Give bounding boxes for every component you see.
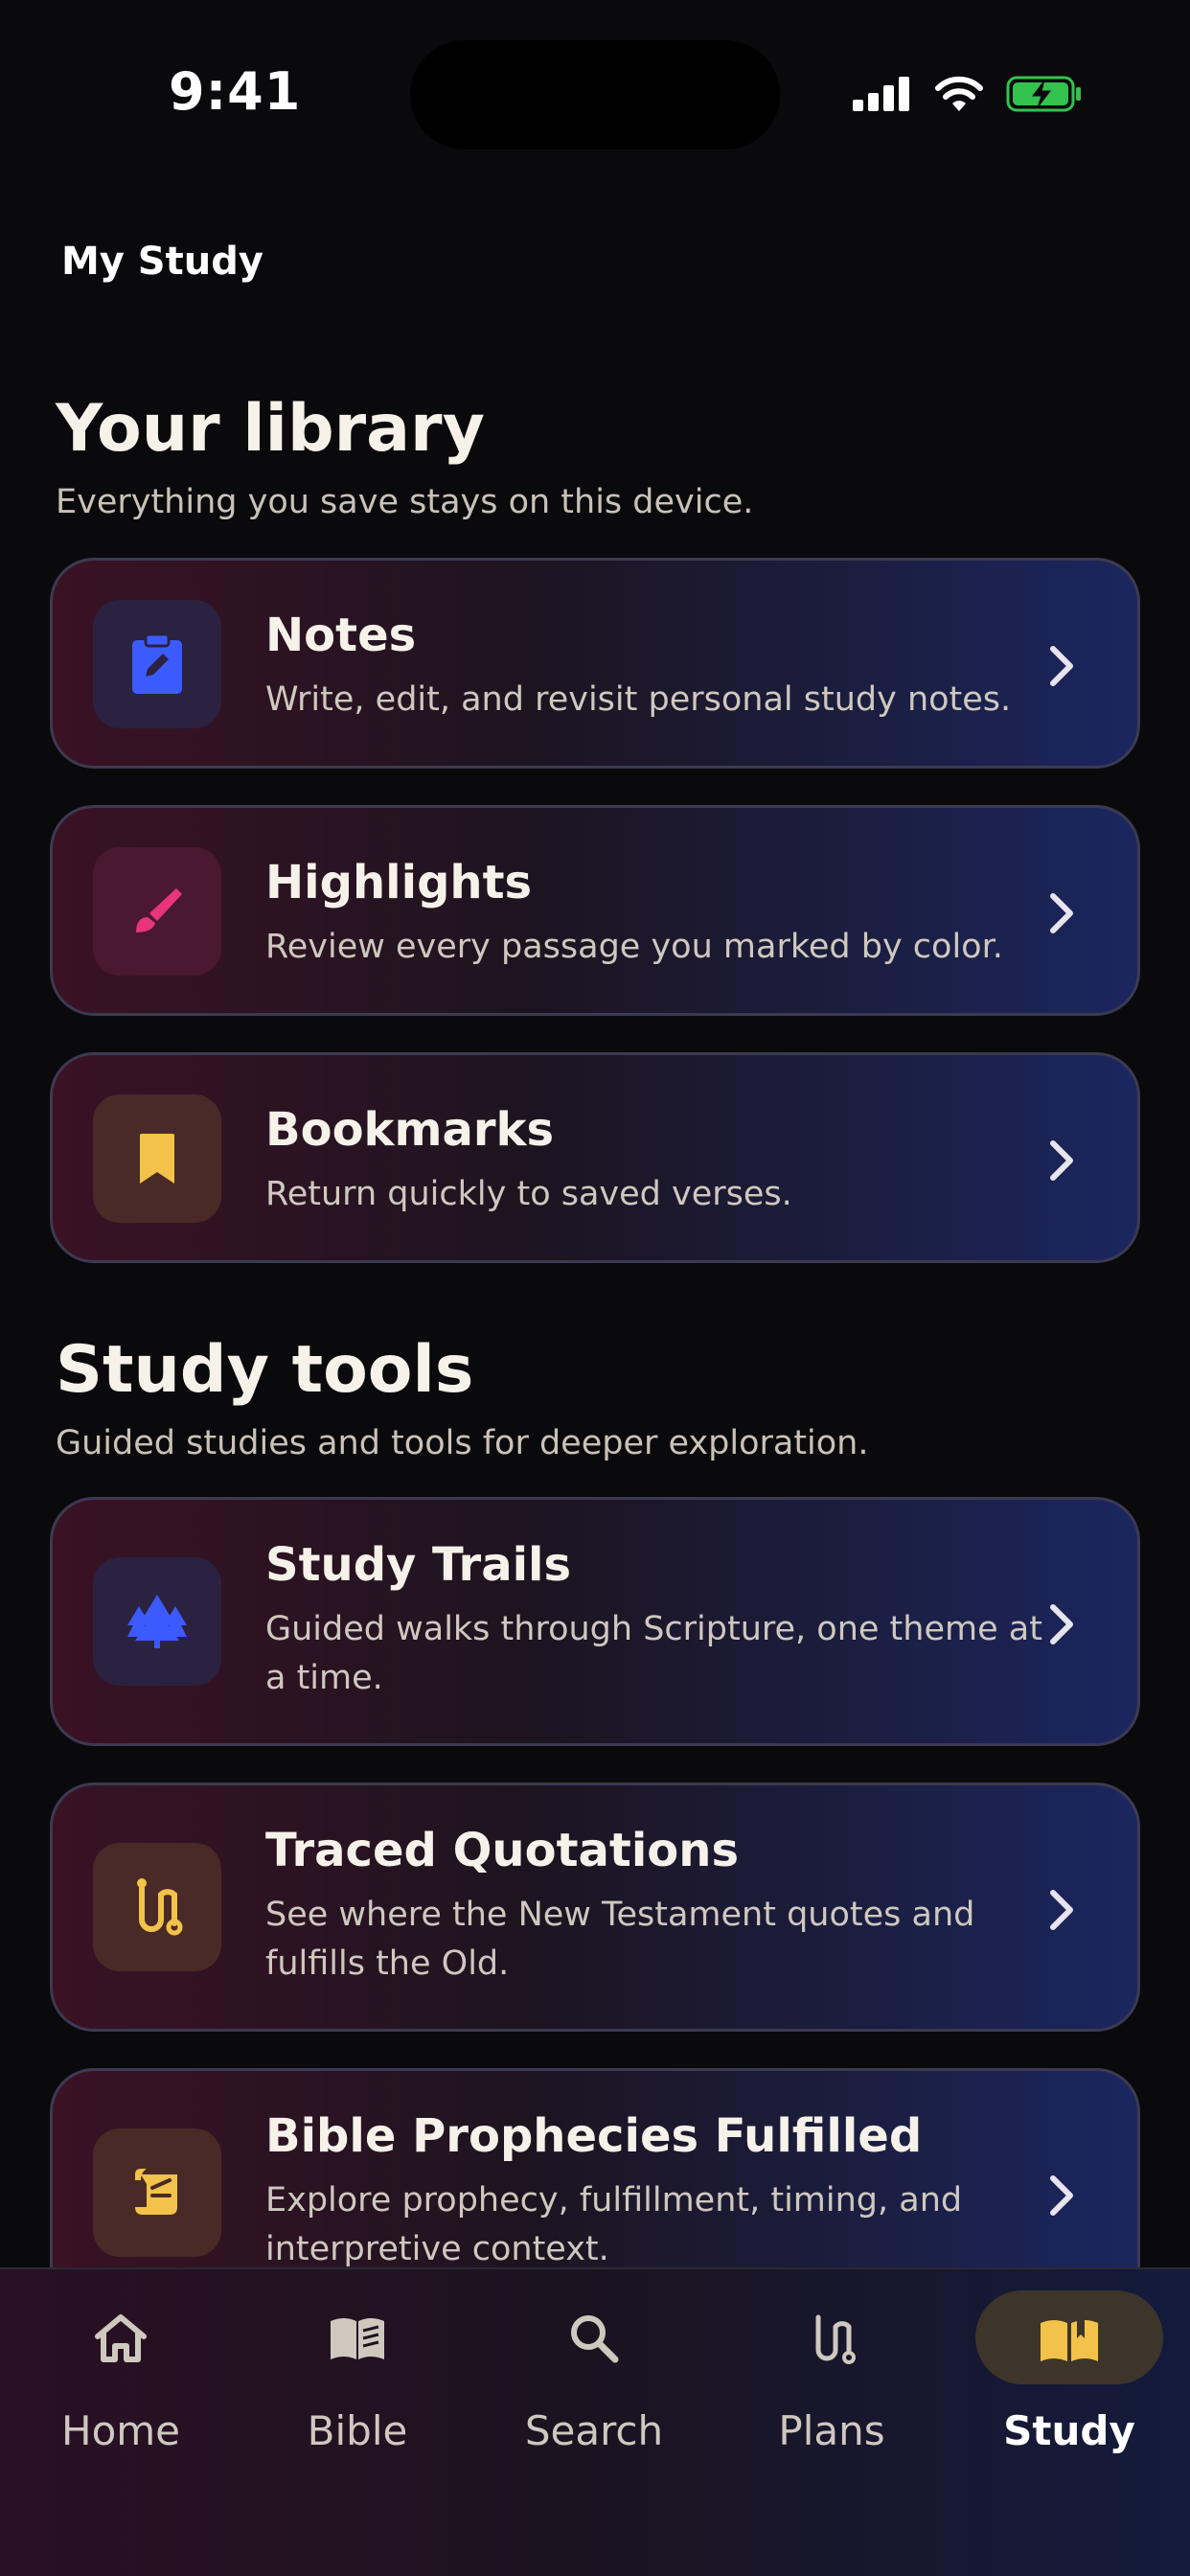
notes-card-title: Notes xyxy=(265,609,417,662)
notes-clipboard-icon xyxy=(93,600,221,728)
cellular-signal-icon xyxy=(853,77,909,111)
prophecies-card-title: Bible Prophecies Fulfilled xyxy=(265,2109,923,2163)
highlights-card[interactable]: Highlights Review every passage you mark… xyxy=(50,805,1140,1016)
chevron-right-icon xyxy=(1050,893,1073,933)
library-section-subtitle: Everything you save stays on this device… xyxy=(56,483,754,521)
study-trails-card-description: Guided walks through Scripture, one them… xyxy=(265,1610,1042,1697)
bookmarks-card[interactable]: Bookmarks Return quickly to saved verses… xyxy=(50,1052,1140,1263)
tab-study-label: Study xyxy=(1003,2407,1135,2454)
route-icon xyxy=(93,1843,221,1971)
traced-quotations-card-description: See where the New Testament quotes and f… xyxy=(265,1896,975,1983)
study-screen: 9:41 My Study Your library Everything yo… xyxy=(0,0,1190,2576)
tab-home-label: Home xyxy=(60,2407,181,2454)
status-icons xyxy=(853,75,1083,113)
battery-charging-icon xyxy=(1006,76,1081,112)
highlights-card-title: Highlights xyxy=(265,856,533,909)
tab-plans-label: Plans xyxy=(778,2407,885,2454)
tools-section-title: Study tools xyxy=(56,1332,474,1408)
bookmark-icon xyxy=(93,1094,221,1223)
tab-search[interactable]: Search xyxy=(498,2269,690,2454)
status-bar: 9:41 xyxy=(0,0,1190,192)
notes-card[interactable]: Notes Write, edit, and revisit personal … xyxy=(50,558,1140,769)
status-time: 9:41 xyxy=(169,61,302,122)
tab-home[interactable]: Home xyxy=(25,2269,217,2454)
traced-quotations-card-title: Traced Quotations xyxy=(265,1824,740,1877)
home-icon xyxy=(95,2314,147,2362)
tab-plans[interactable]: Plans xyxy=(736,2269,927,2454)
dynamic-island xyxy=(410,40,780,150)
highlights-card-description: Review every passage you marked by color… xyxy=(265,928,1003,966)
tab-bar: Home Bible Search Plans Study xyxy=(0,2267,1190,2576)
bookmarks-card-title: Bookmarks xyxy=(265,1103,555,1157)
tab-study[interactable]: Study xyxy=(973,2269,1165,2454)
prophecies-card-description: Explore prophecy, fulfillment, timing, a… xyxy=(265,2181,963,2268)
plans-route-icon xyxy=(815,2314,856,2364)
study-trails-card-title: Study Trails xyxy=(265,1538,572,1592)
chevron-right-icon xyxy=(1050,1604,1073,1644)
library-section-title: Your library xyxy=(56,391,485,467)
tab-bible-label: Bible xyxy=(307,2407,408,2454)
page-title: My Study xyxy=(61,240,263,284)
chevron-right-icon xyxy=(1050,1890,1073,1930)
book-icon xyxy=(331,2318,384,2359)
tab-search-label: Search xyxy=(524,2407,664,2454)
study-trails-card[interactable]: Study Trails Guided walks through Script… xyxy=(50,1497,1140,1746)
forest-icon xyxy=(93,1557,221,1686)
traced-quotations-card[interactable]: Traced Quotations See where the New Test… xyxy=(50,1782,1140,2032)
open-book-icon xyxy=(1041,2315,1098,2361)
brush-icon xyxy=(93,847,221,976)
tools-section-subtitle: Guided studies and tools for deeper expl… xyxy=(56,1424,869,1462)
chevron-right-icon xyxy=(1050,646,1073,686)
notes-card-description: Write, edit, and revisit personal study … xyxy=(265,680,1012,719)
chevron-right-icon xyxy=(1050,2175,1073,2216)
chevron-right-icon xyxy=(1050,1140,1073,1181)
tab-bible[interactable]: Bible xyxy=(262,2269,453,2454)
search-icon xyxy=(571,2315,619,2363)
bookmarks-card-description: Return quickly to saved verses. xyxy=(265,1175,792,1213)
wifi-icon xyxy=(935,76,983,111)
scroll-icon xyxy=(93,2128,221,2257)
